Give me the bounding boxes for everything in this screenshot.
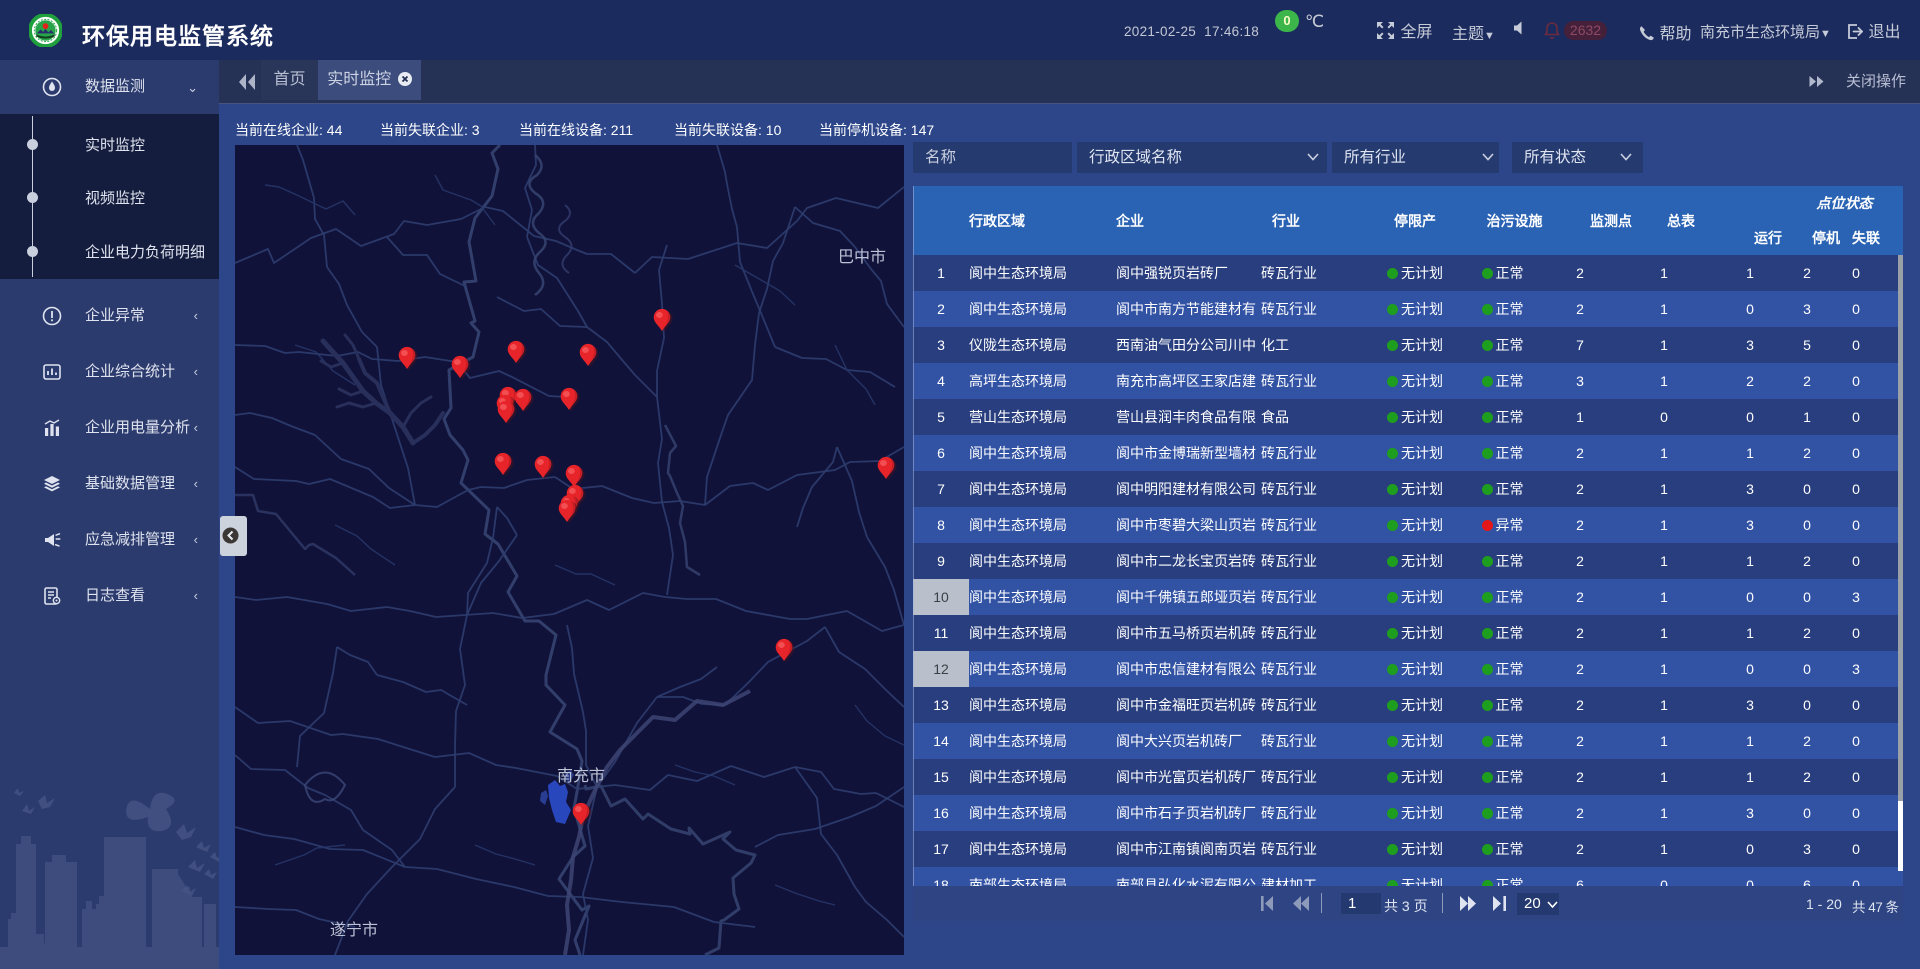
svg-text:巴中市: 巴中市 [838, 248, 886, 266]
svg-text:南充市: 南充市 [557, 767, 605, 785]
svg-text:遂宁市: 遂宁市 [330, 921, 378, 939]
